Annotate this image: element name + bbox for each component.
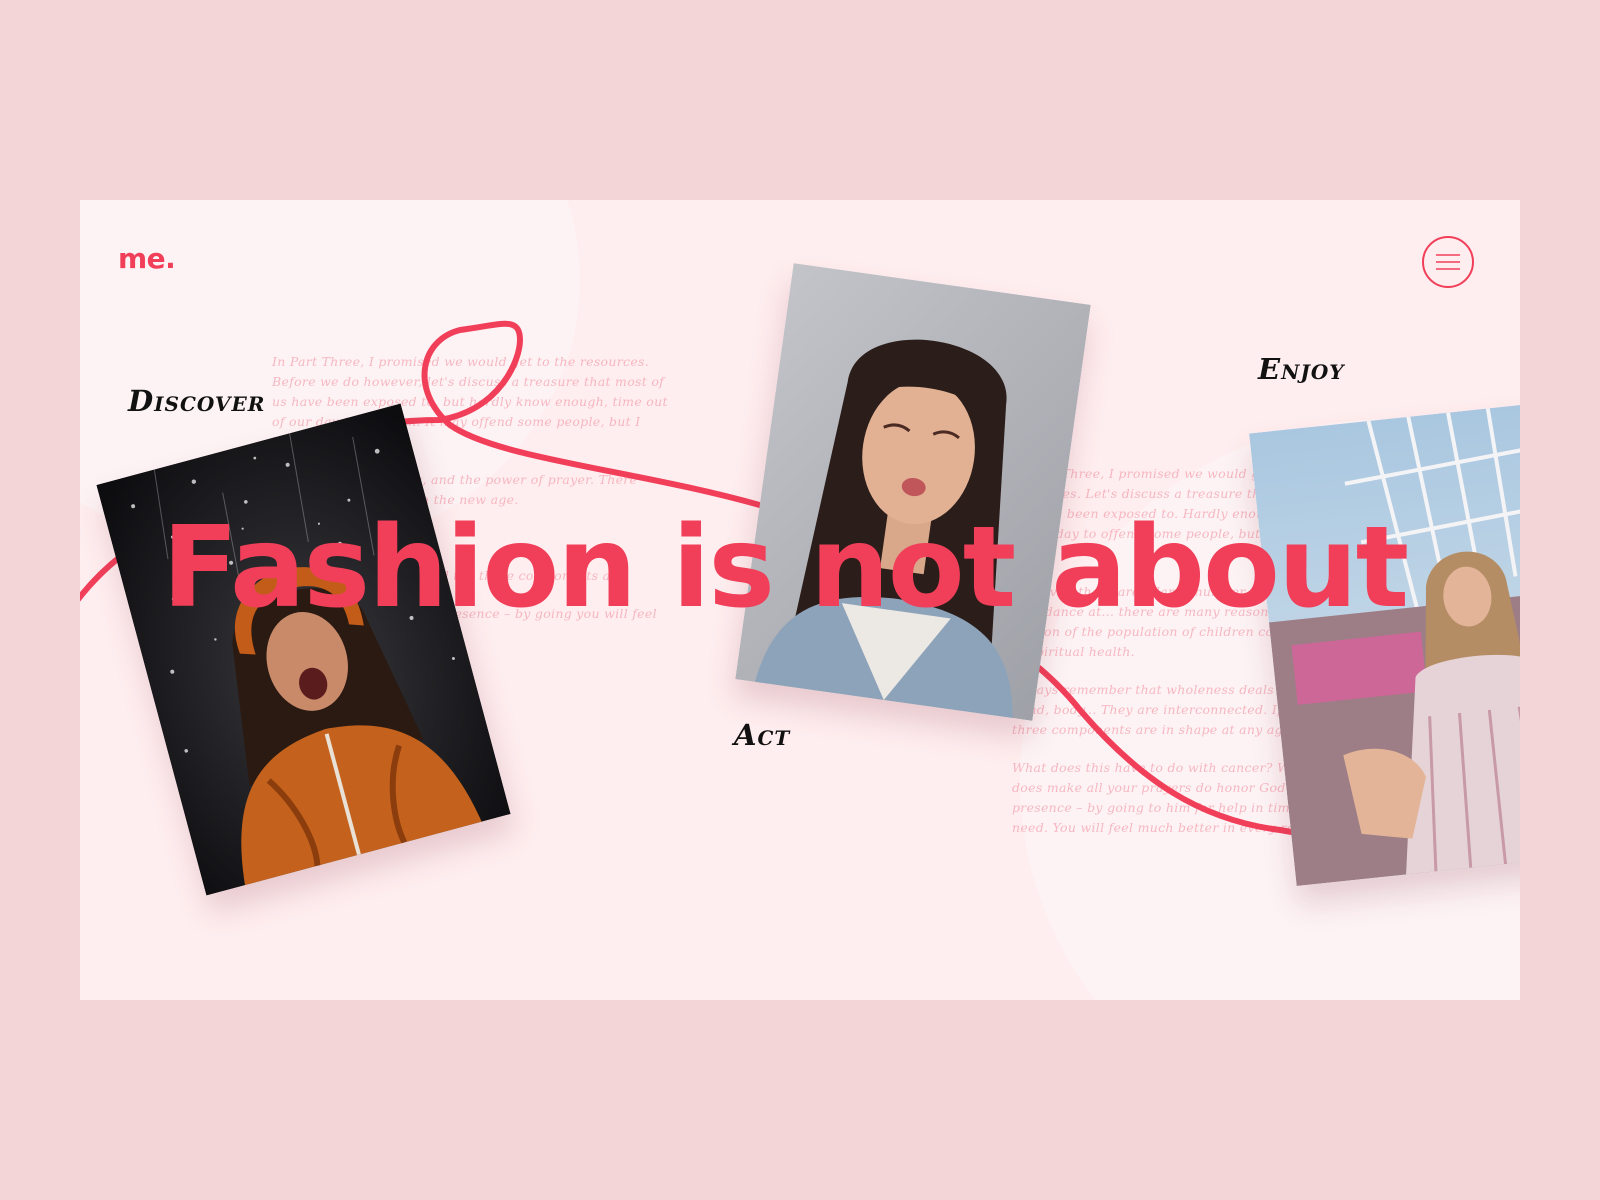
label-discover: Discover: [128, 384, 266, 418]
label-act: Act: [734, 718, 791, 752]
label-enjoy: Enjoy: [1258, 352, 1345, 386]
hamburger-menu-icon: [1436, 254, 1460, 270]
photo-ferris-wheel: [1249, 398, 1520, 887]
hero-panel: In Part Three, I promised we would get t…: [80, 200, 1520, 1000]
photo-ferris-wheel-image: [1249, 398, 1520, 887]
menu-button[interactable]: [1422, 236, 1474, 288]
brand-logo[interactable]: me.: [118, 242, 176, 275]
photo-pucker-face: [735, 263, 1091, 721]
hero-headline: Fashion is not about: [162, 503, 1409, 633]
photo-pucker-face-image: [735, 263, 1091, 721]
